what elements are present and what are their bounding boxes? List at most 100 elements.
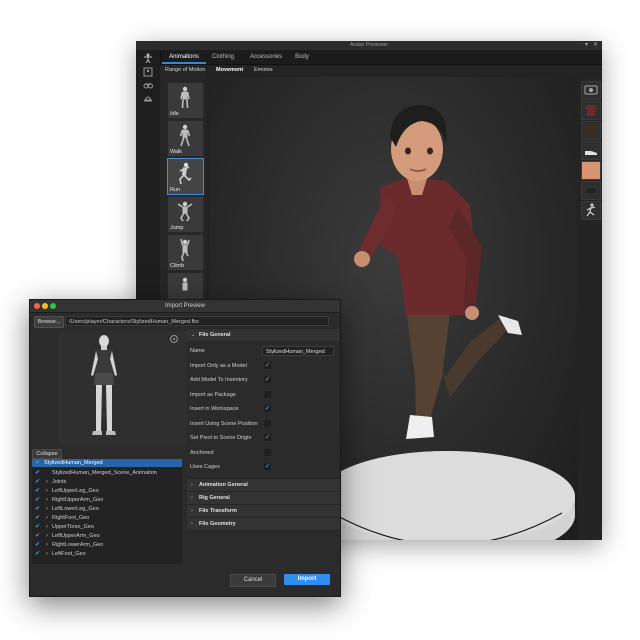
animation-card-idle[interactable]: Idle <box>167 82 204 119</box>
tree-row[interactable]: ✔ › LeftFoot_Geo <box>32 550 182 558</box>
checkbox-checked-icon[interactable]: ✔ <box>35 514 40 522</box>
jump-pose-icon <box>177 201 193 222</box>
section-title: Rig General <box>199 495 230 501</box>
tab-animations[interactable]: Animations <box>162 50 206 64</box>
hierarchy-tree: ✔ StylizedHuman_Merged ✔ StylizedHuman_M… <box>32 459 182 564</box>
checkbox-checked-icon[interactable]: ✓ <box>264 434 271 441</box>
checkbox-checked-icon[interactable]: ✔ <box>35 532 40 540</box>
section-file-general[interactable]: ⌄ File General <box>187 328 340 342</box>
subtab-movement[interactable]: Movement <box>216 64 243 76</box>
checkbox-checked-icon[interactable]: ✔ <box>35 550 40 558</box>
shoes-item-icon[interactable] <box>581 141 601 160</box>
collapse-button[interactable]: Collapse <box>32 449 62 459</box>
checkbox-checked-icon[interactable]: ✔ <box>35 459 40 467</box>
section-file-geometry[interactable]: › File Geometry <box>187 517 340 531</box>
pants-item-icon[interactable] <box>581 121 601 140</box>
skin-tone-swatch[interactable] <box>581 161 601 180</box>
tree-row[interactable]: ✔ › RightUpperArm_Geo <box>32 496 182 504</box>
chevron-right-icon[interactable]: › <box>46 550 48 558</box>
model-preview-pane[interactable] <box>58 331 208 446</box>
tab-clothing[interactable]: Clothing <box>208 50 238 64</box>
tree-row[interactable]: ✔ › RightFoot_Geo <box>32 514 182 522</box>
chevron-right-icon[interactable]: › <box>46 541 48 549</box>
option-label: Add Model To Inventory <box>190 377 248 383</box>
checkbox-checked-icon[interactable]: ✓ <box>264 463 271 470</box>
cancel-button[interactable]: Cancel <box>230 574 276 587</box>
chevron-right-icon[interactable]: › <box>46 496 48 504</box>
browse-button[interactable]: Browse... <box>34 316 64 328</box>
chevron-right-icon[interactable]: › <box>46 514 48 522</box>
accessory-item-icon[interactable] <box>581 181 601 200</box>
checkbox-checked-icon[interactable]: ✔ <box>35 496 40 504</box>
glasses-icon[interactable] <box>142 80 154 90</box>
checkbox-checked-icon[interactable]: ✔ <box>35 541 40 549</box>
chevron-right-icon[interactable]: › <box>191 518 193 530</box>
checkbox-checked-icon[interactable]: ✔ <box>35 478 40 486</box>
checkbox-checked-icon[interactable]: ✓ <box>264 362 271 369</box>
pose-icon <box>182 277 188 291</box>
chevron-right-icon[interactable]: › <box>46 487 48 495</box>
file-path-field[interactable]: /Users/player/Characters/StylizedHuman_M… <box>65 316 329 326</box>
chevron-right-icon[interactable]: › <box>191 492 193 504</box>
minimize-dot-icon[interactable] <box>42 303 48 309</box>
tree-row[interactable]: ✔ › LeftLowerLeg_Geo <box>32 505 182 513</box>
checkbox-checked-icon[interactable]: ✔ <box>35 505 40 513</box>
tab-body[interactable]: Body <box>290 50 314 64</box>
chevron-right-icon[interactable]: › <box>191 505 193 517</box>
tree-row[interactable]: ✔ › Joints <box>32 478 182 486</box>
tree-row[interactable]: ✔ › LeftUpperLeg_Geo <box>32 487 182 495</box>
option-row: Anchored <box>187 446 340 460</box>
animation-item-icon[interactable] <box>581 201 601 220</box>
checkbox-checked-icon[interactable]: ✓ <box>264 376 271 383</box>
checkbox-checked-icon[interactable]: ✔ <box>35 487 40 495</box>
checkbox-checked-icon[interactable]: ✓ <box>264 405 271 412</box>
zoom-dot-icon[interactable] <box>50 303 56 309</box>
tree-row[interactable]: ✔ › UpperTorso_Geo <box>32 523 182 531</box>
checkbox-checked-icon[interactable]: ✔ <box>35 523 40 531</box>
chevron-right-icon[interactable]: › <box>46 523 48 531</box>
animation-card-climb[interactable]: Climb <box>167 234 204 271</box>
tree-row[interactable]: ✔ › LeftUpperArm_Geo <box>32 532 182 540</box>
subtab-emotes[interactable]: Emotes <box>254 64 273 76</box>
checkbox-unchecked[interactable] <box>264 420 271 427</box>
tree-row-label: LeftUpperLeg_Geo <box>52 488 99 494</box>
window-close-icon[interactable]: ✕ <box>593 41 598 50</box>
frame-icon[interactable] <box>142 67 154 77</box>
chevron-right-icon[interactable]: › <box>191 479 193 491</box>
option-label: Import Only as a Model <box>190 363 247 369</box>
hat-icon[interactable] <box>142 93 154 103</box>
shirt-item-icon[interactable] <box>581 101 601 120</box>
subtab-range-of-motion[interactable]: Range of Motion <box>165 64 205 76</box>
animation-label: Jump <box>170 225 184 231</box>
tree-row[interactable]: ✔ StylizedHuman_Merged_Scene_Animation <box>32 469 182 477</box>
option-row: Import Only as a Model ✓ <box>187 359 340 373</box>
animation-card-run[interactable]: Run <box>167 158 204 195</box>
window-menu-icon[interactable]: ▾ <box>585 41 588 50</box>
chevron-down-icon[interactable]: ⌄ <box>191 329 196 341</box>
option-label: Uses Cages <box>190 464 220 470</box>
close-dot-icon[interactable] <box>34 303 40 309</box>
section-animation-general[interactable]: › Animation General <box>187 478 340 492</box>
tree-row[interactable]: ✔ StylizedHuman_Merged <box>32 459 182 467</box>
option-label: Import as Package <box>190 392 236 398</box>
chevron-right-icon[interactable]: › <box>46 478 48 486</box>
import-button[interactable]: Import <box>284 574 330 585</box>
import-preview-dialog: Import Preview Browse... /Users/player/C… <box>29 299 341 597</box>
figure-icon[interactable] <box>142 53 154 64</box>
camera-icon[interactable] <box>581 81 601 100</box>
tree-row[interactable]: ✔ › RightLowerArm_Geo <box>32 541 182 549</box>
chevron-right-icon[interactable]: › <box>46 505 48 513</box>
main-tabbar: Animations Clothing Accessories Body <box>136 50 602 65</box>
tab-accessories[interactable]: Accessories <box>244 50 288 64</box>
chevron-right-icon[interactable]: › <box>46 532 48 540</box>
animation-label: Climb <box>170 263 185 269</box>
animation-card-jump[interactable]: Jump <box>167 196 204 233</box>
checkbox-unchecked[interactable] <box>264 391 271 398</box>
checkbox-unchecked[interactable] <box>264 449 271 456</box>
section-rig-general[interactable]: › Rig General <box>187 491 340 505</box>
section-file-transform[interactable]: › File Transform <box>187 504 340 518</box>
animation-card-walk[interactable]: Walk <box>167 120 204 157</box>
checkbox-checked-icon[interactable]: ✔ <box>35 469 40 477</box>
rotate-view-icon[interactable] <box>169 334 179 344</box>
name-input[interactable]: StylizedHuman_Merged <box>262 346 334 356</box>
